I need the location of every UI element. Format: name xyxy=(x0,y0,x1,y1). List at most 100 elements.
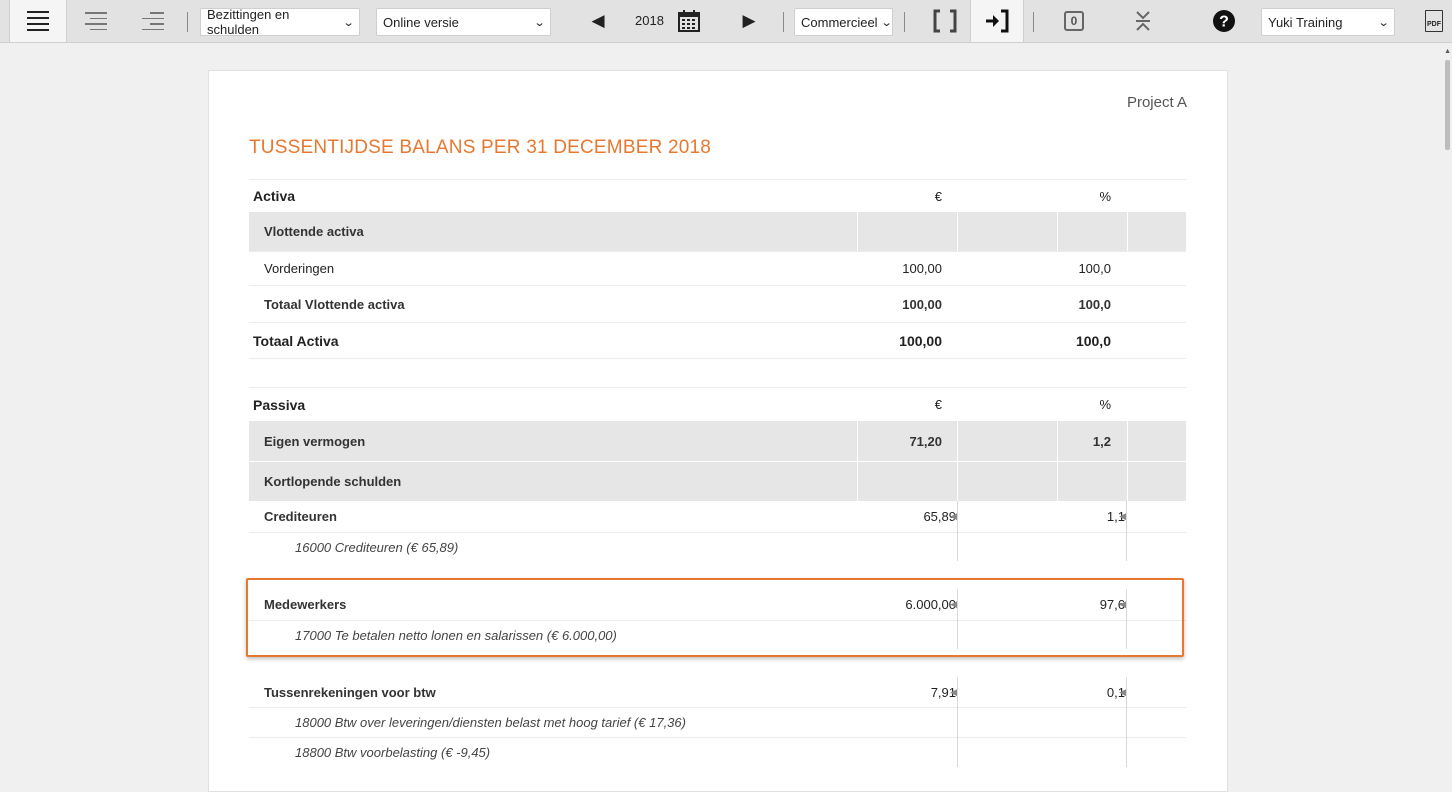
calendar-button[interactable] xyxy=(675,0,703,42)
passiva-heading: Passiva xyxy=(253,396,306,413)
currency-column-header: € xyxy=(934,188,942,204)
company-select[interactable]: Yuki Training ⌄ xyxy=(1261,8,1395,36)
right-lines-icon xyxy=(142,12,164,30)
column-divider xyxy=(957,501,958,561)
report-type-select[interactable]: Bezittingen en schulden ⌄ xyxy=(200,7,360,37)
version-value: Online versie xyxy=(383,14,459,30)
table-row: Vorderingen 100,00 100,0 xyxy=(249,251,1186,285)
subtotal-row: Totaal Vlottende activa 100,00 100,0 xyxy=(249,285,1186,322)
equity-amount: 71,20 xyxy=(909,433,942,449)
group-cell xyxy=(957,421,1058,461)
chevron-down-icon: ⌄ xyxy=(533,16,546,29)
expand-triangle-icon[interactable]: ◀ xyxy=(950,501,957,532)
detail-row: 18000 Btw over leveringen/diensten belas… xyxy=(249,707,1186,737)
group-label: Kortlopende schulden xyxy=(264,474,402,489)
svg-text:?: ? xyxy=(1219,14,1229,31)
toolbar: Bezittingen en schulden ⌄ Online versie … xyxy=(0,0,1452,43)
detail-label: 18800 Btw voorbelasting (€ -9,45) xyxy=(295,745,491,760)
detail-row: 16000 Crediteuren (€ 65,89) xyxy=(249,532,1186,562)
pdf-icon-label: PDF xyxy=(1427,21,1441,28)
help-button[interactable]: ? xyxy=(1209,0,1239,42)
total-percent: 100,0 xyxy=(1075,332,1111,349)
group-cell xyxy=(857,421,958,461)
percent-column-header: % xyxy=(1099,397,1111,412)
badge-counter: 0 xyxy=(1064,11,1084,31)
group-row-kortlopende-schulden: Kortlopende schulden xyxy=(249,462,1186,501)
login-export-button[interactable] xyxy=(970,0,1024,42)
column-divider xyxy=(1126,501,1127,561)
calendar-icon xyxy=(678,10,700,32)
report-page: Project A TUSSENTIJDSE BALANS PER 31 DEC… xyxy=(208,70,1228,792)
type-select[interactable]: Commercieel ⌄ xyxy=(794,8,893,36)
collapse-button[interactable] xyxy=(1130,0,1156,42)
group-cell xyxy=(957,462,1058,501)
expandable-row-btw[interactable]: Tussenrekeningen voor btw 7,91 0,1 ◀ ◀ xyxy=(249,677,1186,708)
previous-year-button[interactable]: ◀ xyxy=(585,0,611,42)
row-label: Vorderingen xyxy=(264,261,335,276)
chevron-down-icon: ⌄ xyxy=(1377,16,1390,29)
group-cell xyxy=(857,462,958,501)
passiva-header-row: Passiva € % xyxy=(249,387,1186,421)
toolbar-separator xyxy=(904,12,905,32)
help-icon: ? xyxy=(1213,10,1235,32)
row-percent: 100,0 xyxy=(1078,261,1111,276)
triangle-right-icon: ▶ xyxy=(742,11,756,30)
align-indent-view-button[interactable] xyxy=(73,0,119,42)
expand-triangle-icon[interactable]: ◀ xyxy=(950,677,957,708)
total-amount: 100,00 xyxy=(899,332,942,349)
detail-row: 18800 Btw voorbelasting (€ -9,45) xyxy=(249,737,1186,767)
year-label: 2018 xyxy=(635,13,664,28)
activa-heading: Activa xyxy=(253,188,296,204)
vertical-scrollbar[interactable]: ▲ xyxy=(1443,48,1452,756)
group-cell xyxy=(957,212,1058,251)
subtotal-label: Totaal Vlottende activa xyxy=(264,296,405,312)
report-title: TUSSENTIJDSE BALANS PER 31 DECEMBER 2018 xyxy=(249,137,712,158)
group-cell xyxy=(857,212,958,251)
fullscreen-button[interactable] xyxy=(928,0,962,42)
column-divider xyxy=(957,677,958,767)
expandable-row-crediteuren[interactable]: Crediteuren 65,89 1,1 ◀ ◀ xyxy=(249,501,1186,532)
group-label: Vlottende activa xyxy=(264,224,364,239)
group-cell xyxy=(1057,462,1128,501)
version-select[interactable]: Online versie ⌄ xyxy=(376,8,551,36)
scroll-thumb[interactable] xyxy=(1445,60,1450,150)
activa-header-row: Activa € % xyxy=(249,179,1186,212)
menu-lines-icon xyxy=(27,11,49,31)
expand-triangle-icon[interactable]: ◀ xyxy=(1119,501,1126,532)
chevron-down-icon: ⌄ xyxy=(880,16,893,29)
type-value: Commercieel xyxy=(801,14,878,30)
scroll-up-icon[interactable]: ▲ xyxy=(1444,48,1451,55)
column-divider xyxy=(1126,677,1127,767)
indent-lines-icon xyxy=(85,12,107,30)
report-type-value: Bezittingen en schulden xyxy=(207,7,290,37)
toolbar-separator xyxy=(187,12,188,32)
subtotal-amount: 100,00 xyxy=(902,296,942,312)
row-amount: 100,00 xyxy=(902,261,942,276)
total-row: Totaal Activa 100,00 100,0 xyxy=(249,322,1186,359)
next-year-button[interactable]: ▶ xyxy=(737,0,761,42)
total-label: Totaal Activa xyxy=(253,332,339,349)
count-badge-button[interactable]: 0 xyxy=(1060,0,1088,42)
detail-label: 16000 Crediteuren (€ 65,89) xyxy=(295,540,459,555)
align-right-view-button[interactable] xyxy=(130,0,176,42)
detail-label: 18000 Btw over leveringen/diensten belas… xyxy=(295,715,686,730)
group-row-eigen-vermogen: Eigen vermogen 71,20 1,2 xyxy=(249,421,1186,461)
pdf-button[interactable]: PDF xyxy=(1421,0,1447,42)
equity-percent: 1,2 xyxy=(1092,433,1111,449)
pdf-icon: PDF xyxy=(1425,10,1443,32)
expand-triangle-icon[interactable]: ◀ xyxy=(1119,677,1126,708)
brackets-icon xyxy=(933,9,957,33)
sign-in-icon xyxy=(986,9,1009,33)
chevron-down-icon: ⌄ xyxy=(342,16,355,29)
group-row-vlottende-activa: Vlottende activa xyxy=(249,212,1186,251)
equity-label: Eigen vermogen xyxy=(264,433,366,449)
collapse-arrows-icon xyxy=(1136,11,1150,31)
group-cell xyxy=(1057,212,1128,251)
highlight-box xyxy=(246,578,1184,657)
toolbar-separator xyxy=(783,12,784,32)
align-left-view-button[interactable] xyxy=(9,0,67,42)
currency-column-header: € xyxy=(934,397,942,412)
percent-column-header: % xyxy=(1099,188,1111,204)
toolbar-separator xyxy=(1033,12,1034,32)
subtotal-percent: 100,0 xyxy=(1078,296,1111,312)
